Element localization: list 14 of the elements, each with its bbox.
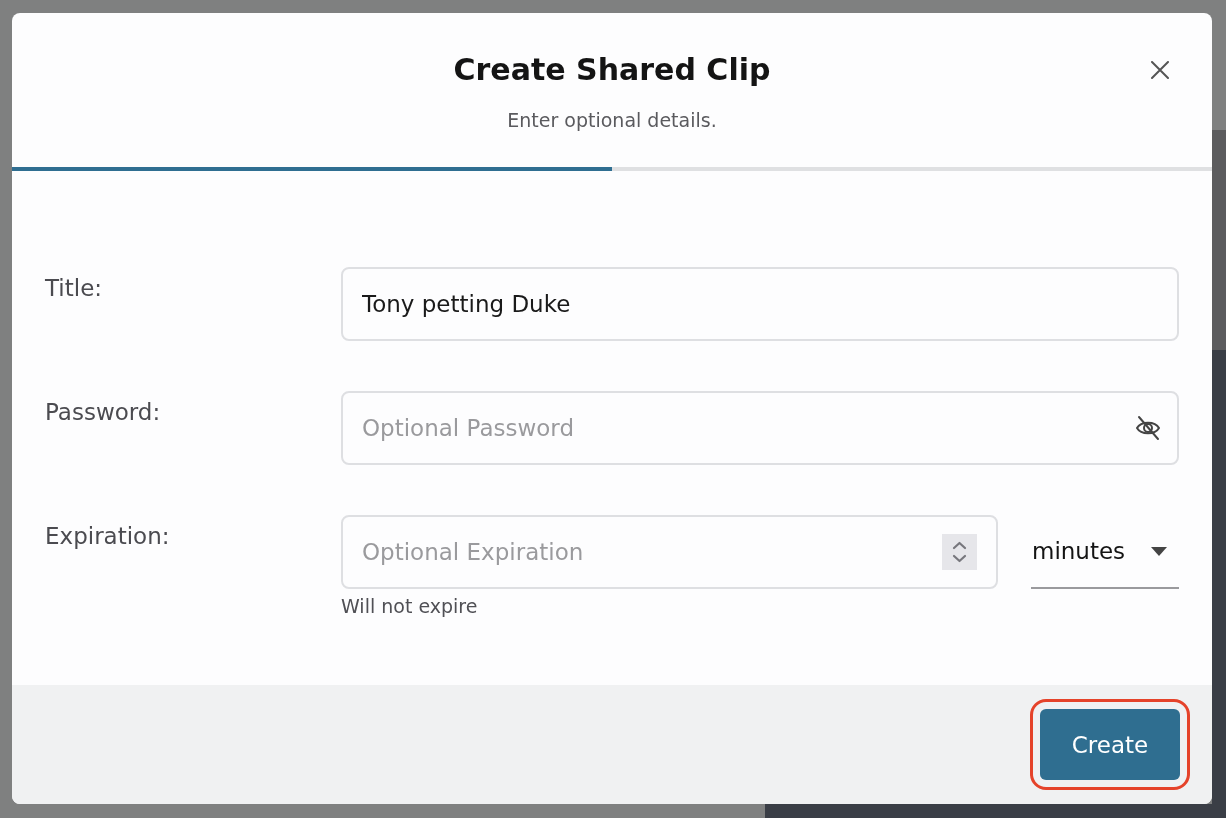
- stepper-icon[interactable]: [942, 534, 977, 570]
- create-button[interactable]: Create: [1040, 709, 1180, 780]
- field-label: Title:: [45, 274, 103, 303]
- dialog-subtitle: Enter optional details.: [507, 108, 717, 133]
- helper-text: Will not expire: [341, 594, 478, 619]
- caret-icon[interactable]: [1151, 546, 1167, 556]
- text-field[interactable]: Tony petting Duke: [341, 267, 1179, 341]
- dialog-title: Create Shared Clip: [453, 51, 771, 89]
- field-label: Expiration:: [45, 522, 170, 551]
- password-field[interactable]: Optional Password: [341, 391, 1179, 465]
- unit-dropdown[interactable]: minutes: [1031, 515, 1179, 589]
- field-label: Password:: [45, 398, 161, 427]
- number-field[interactable]: Optional Expiration: [341, 515, 998, 589]
- eye-slash-icon[interactable]: [1135, 415, 1161, 441]
